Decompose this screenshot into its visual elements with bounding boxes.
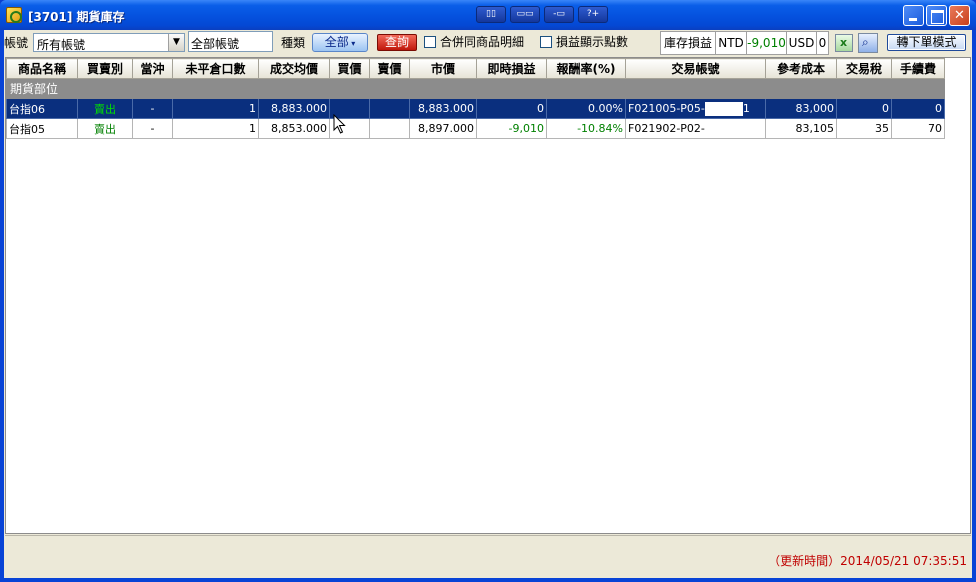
col-header[interactable]: 商品名稱 bbox=[6, 58, 78, 79]
col-header[interactable]: 手續費 bbox=[891, 58, 945, 79]
cell-daytrade: - bbox=[132, 118, 173, 139]
ntd-label: NTD bbox=[715, 31, 747, 55]
cell-fee: 0 bbox=[891, 98, 945, 119]
ntd-value: -9,010 bbox=[746, 31, 787, 55]
table-row[interactable]: 台指05 賣出 - 1 8,853.000 8,897.000 -9,010 -… bbox=[6, 118, 945, 139]
maximize-button[interactable] bbox=[926, 5, 947, 26]
order-mode-button[interactable]: 轉下單模式 bbox=[887, 34, 966, 51]
filter-toolbar: 帳號 所有帳號 ▼ 全部帳號 種類 全部 ▾ 查詢 合併同商品明細 損益顯示點數… bbox=[4, 30, 972, 56]
positions-grid: 商品名稱 買賣別 當沖 未平倉口數 成交均價 買價 賣價 市價 即時損益 報酬率… bbox=[5, 57, 971, 534]
cell-open-qty: 1 bbox=[172, 118, 259, 139]
query-button[interactable]: 查詢 bbox=[377, 34, 417, 51]
col-header[interactable]: 未平倉口數 bbox=[172, 58, 259, 79]
cell-side: 賣出 bbox=[77, 118, 133, 139]
col-header[interactable]: 買賣別 bbox=[77, 58, 133, 79]
cell-avg-price: 8,883.000 bbox=[258, 98, 330, 119]
cell-pnl: -9,010 bbox=[476, 118, 547, 139]
maximize-icon bbox=[927, 6, 946, 25]
cell-name: 台指05 bbox=[6, 118, 78, 139]
cell-account: F021902-P02- bbox=[625, 118, 766, 139]
account-select[interactable]: 所有帳號 ▼ bbox=[33, 33, 185, 52]
col-header[interactable]: 交易帳號 bbox=[625, 58, 766, 79]
account-name-value: 全部帳號 bbox=[191, 37, 240, 51]
close-button[interactable]: ✕ bbox=[949, 5, 970, 26]
search-icon[interactable]: ⌕ bbox=[858, 33, 878, 53]
status-bar: （更新時間）2014/05/21 07:35:51 bbox=[5, 535, 971, 578]
chevron-down-icon: ▾ bbox=[348, 39, 356, 48]
col-header[interactable]: 當沖 bbox=[132, 58, 173, 79]
col-header[interactable]: 賣價 bbox=[369, 58, 410, 79]
account-name-field[interactable]: 全部帳號 bbox=[188, 31, 273, 52]
type-value: 全部 bbox=[324, 35, 349, 49]
mouse-pointer-icon bbox=[333, 114, 346, 134]
col-header[interactable]: 成交均價 bbox=[258, 58, 330, 79]
layout-icon[interactable]: ▯▯ bbox=[476, 6, 506, 23]
col-header[interactable]: 市價 bbox=[409, 58, 477, 79]
update-time: （更新時間）2014/05/21 07:35:51 bbox=[768, 554, 967, 568]
table-header: 商品名稱 買賣別 當沖 未平倉口數 成交均價 買價 賣價 市價 即時損益 報酬率… bbox=[6, 58, 945, 79]
close-icon: ✕ bbox=[954, 8, 965, 23]
usd-label: USD bbox=[786, 31, 817, 55]
help-icon[interactable]: ?+ bbox=[578, 6, 608, 23]
cell-market: 8,883.000 bbox=[409, 98, 477, 119]
cell-return: -10.84% bbox=[546, 118, 626, 139]
group-label: 期貨部位 bbox=[6, 78, 945, 99]
cell-avg-price: 8,853.000 bbox=[258, 118, 330, 139]
cell-open-qty: 1 bbox=[172, 98, 259, 119]
dock-icon[interactable]: -▭ bbox=[544, 6, 574, 23]
title-bar[interactable]: [3701] 期貨庫存 ▯▯ ▭▭ -▭ ?+ ✕ bbox=[0, 0, 976, 30]
usd-value: 0 bbox=[816, 31, 829, 55]
positions-table: 商品名稱 買賣別 當沖 未平倉口數 成交均價 買價 賣價 市價 即時損益 報酬率… bbox=[6, 58, 945, 139]
account-select-value: 所有帳號 bbox=[37, 38, 86, 52]
merge-label: 合併同商品明細 bbox=[440, 35, 525, 49]
cell-pnl: 0 bbox=[476, 98, 547, 119]
cell-side: 賣出 bbox=[77, 98, 133, 119]
merge-checkbox[interactable] bbox=[424, 36, 436, 48]
cell-ask bbox=[369, 118, 410, 139]
cell-cost: 83,105 bbox=[765, 118, 837, 139]
type-label: 種類 bbox=[281, 36, 306, 50]
cell-ask bbox=[369, 98, 410, 119]
minimize-button[interactable] bbox=[903, 5, 924, 26]
summary-label: 庫存損益 bbox=[660, 31, 716, 55]
cell-tax: 0 bbox=[836, 98, 892, 119]
cell-return: 0.00% bbox=[546, 98, 626, 119]
account-prefix: F021902-P02- bbox=[628, 122, 705, 135]
chevron-down-icon[interactable]: ▼ bbox=[168, 34, 184, 51]
cell-daytrade: - bbox=[132, 98, 173, 119]
decimal-label: 損益顯示點數 bbox=[556, 35, 629, 49]
window-title: [3701] 期貨庫存 bbox=[28, 10, 125, 24]
client-area: 帳號 所有帳號 ▼ 全部帳號 種類 全部 ▾ 查詢 合併同商品明細 損益顯示點數… bbox=[4, 30, 972, 578]
table-row[interactable]: 台指06 賣出 - 1 8,883.000 8,883.000 0 0.00% … bbox=[6, 98, 945, 119]
col-header[interactable]: 交易稅 bbox=[836, 58, 892, 79]
cell-tax: 35 bbox=[836, 118, 892, 139]
account-prefix: F021005-P05- bbox=[628, 101, 705, 115]
col-header[interactable]: 買價 bbox=[329, 58, 370, 79]
group-row[interactable]: 期貨部位 bbox=[6, 78, 945, 99]
cell-cost: 83,000 bbox=[765, 98, 837, 119]
application-window: [3701] 期貨庫存 ▯▯ ▭▭ -▭ ?+ ✕ 帳號 所有帳號 ▼ 全部帳號… bbox=[0, 0, 976, 582]
cell-fee: 70 bbox=[891, 118, 945, 139]
col-header[interactable]: 即時損益 bbox=[476, 58, 547, 79]
cell-account: F021005-P05- 1 bbox=[625, 98, 766, 119]
minimize-icon bbox=[904, 6, 923, 25]
type-dropdown-button[interactable]: 全部 ▾ bbox=[312, 33, 368, 52]
window-icon[interactable]: ▭▭ bbox=[510, 6, 540, 23]
account-label: 帳號 bbox=[4, 36, 29, 50]
account-suffix: 1 bbox=[742, 101, 750, 115]
col-header[interactable]: 參考成本 bbox=[765, 58, 837, 79]
col-header[interactable]: 報酬率(%) bbox=[546, 58, 626, 79]
app-icon bbox=[6, 7, 22, 23]
decimal-checkbox[interactable] bbox=[540, 36, 552, 48]
cell-market: 8,897.000 bbox=[409, 118, 477, 139]
account-redaction bbox=[704, 101, 743, 116]
excel-export-icon[interactable]: x bbox=[835, 34, 853, 52]
cell-name: 台指06 bbox=[6, 98, 78, 119]
